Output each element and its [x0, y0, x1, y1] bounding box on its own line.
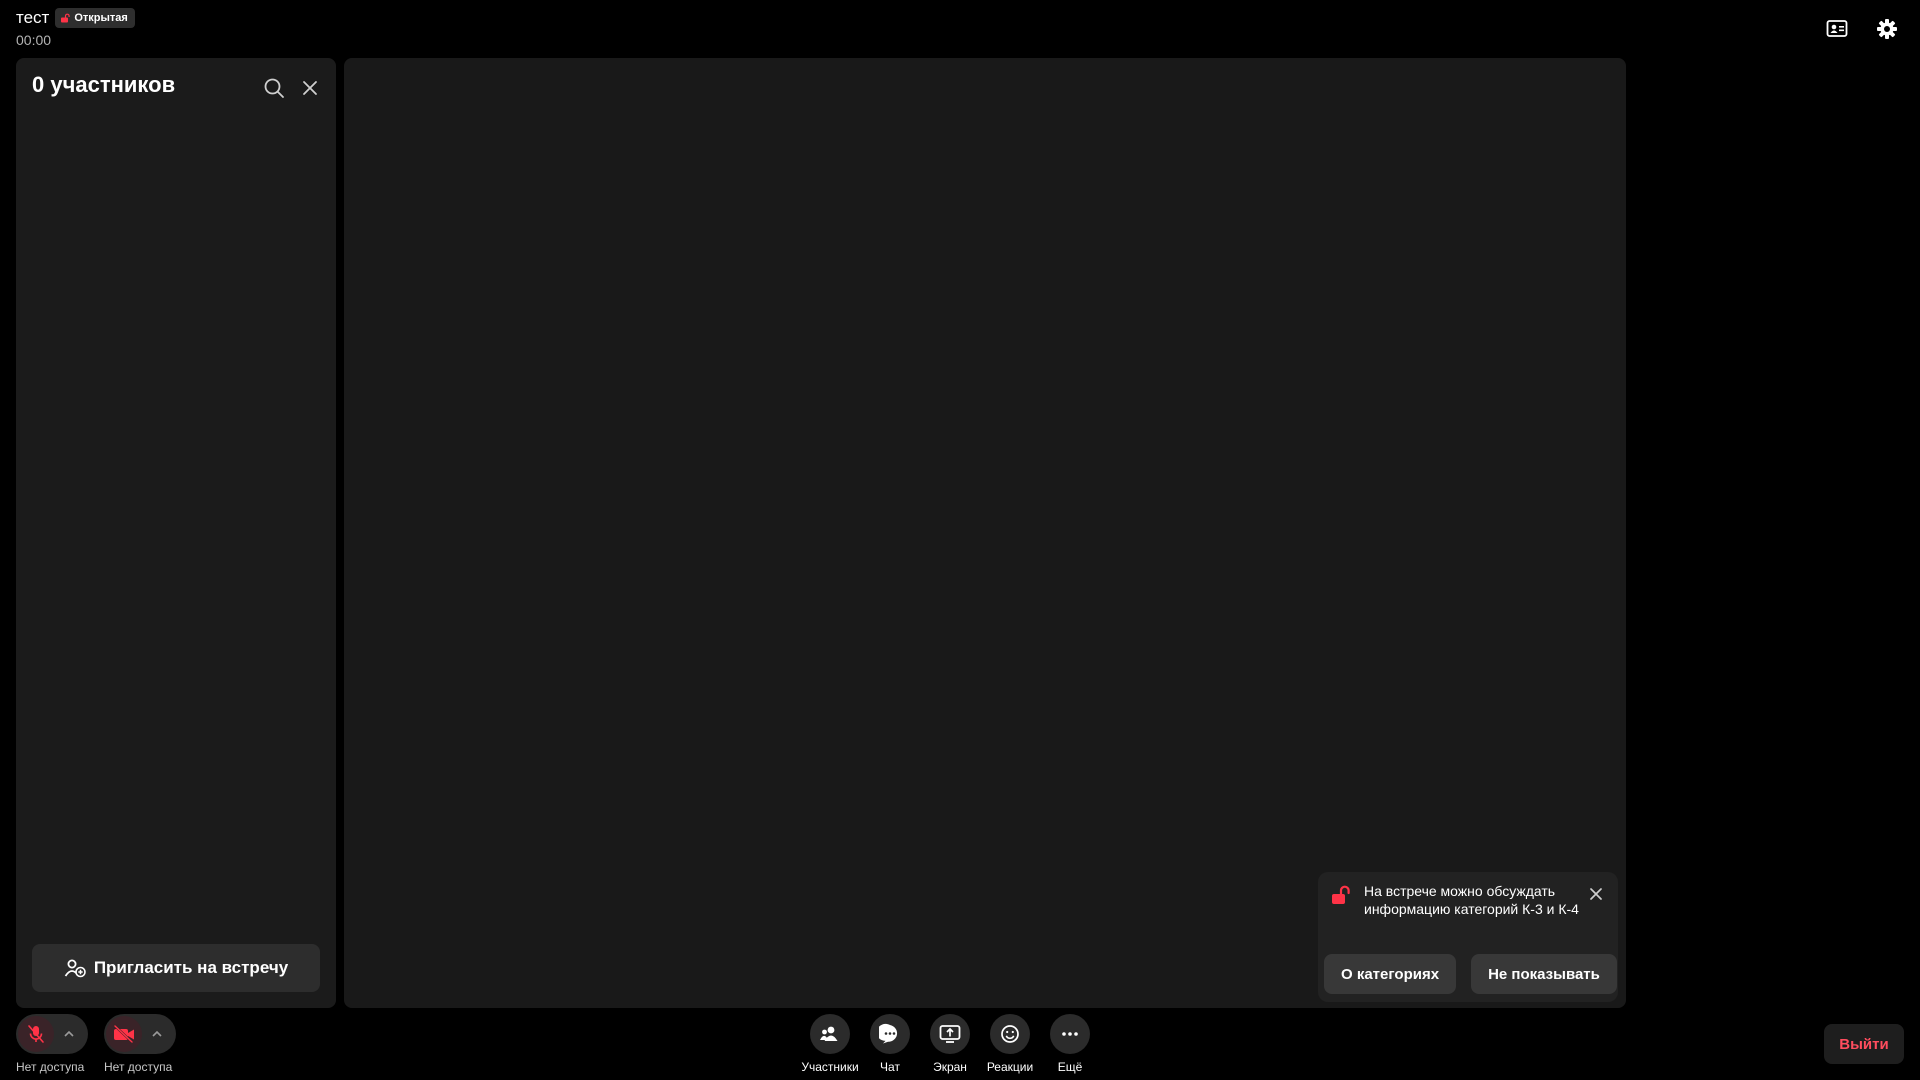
video-stage [344, 58, 1626, 1008]
camera-toggle[interactable] [104, 1014, 176, 1054]
access-badge-label: Открытая [74, 11, 128, 24]
screen-share-control[interactable]: Экран [930, 1014, 970, 1074]
smile-icon [1001, 1025, 1019, 1043]
lock-open-icon [61, 13, 71, 22]
meeting-title: тест [16, 8, 50, 27]
contact-card-button[interactable] [1824, 16, 1850, 42]
participants-control[interactable]: Участники [801, 1014, 859, 1074]
screen-share-button[interactable] [930, 1014, 970, 1054]
bottom-bar: Нет доступа Нет доступа Участники Чат Эк… [0, 1008, 1920, 1080]
microphone-options-button[interactable] [54, 1016, 84, 1052]
top-right-icons [1824, 16, 1900, 42]
gear-icon [1877, 19, 1897, 39]
leave-button[interactable]: Выйти [1824, 1024, 1904, 1064]
participants-control-label: Участники [801, 1060, 859, 1074]
top-bar: тест Открытая 00:00 [0, 0, 1920, 58]
mic-off-icon [28, 1025, 44, 1043]
close-panel-button[interactable] [298, 76, 322, 100]
lock-open-icon [1332, 885, 1350, 904]
screen-share-icon [939, 1025, 961, 1043]
dont-show-button[interactable]: Не показывать [1471, 954, 1617, 994]
security-notice-actions: О категориях Не показывать [1324, 954, 1617, 994]
microphone-toggle[interactable] [16, 1014, 88, 1054]
search-participants-button[interactable] [262, 76, 286, 100]
camera-options-button[interactable] [142, 1016, 172, 1052]
screen-share-control-label: Экран [933, 1060, 967, 1074]
contact-card-icon [1826, 20, 1848, 37]
search-icon [264, 78, 284, 98]
reactions-control-label: Реакции [986, 1060, 1034, 1074]
more-control-label: Ещё [1057, 1060, 1083, 1074]
chat-control[interactable]: Чат [870, 1014, 910, 1074]
meeting-timer: 00:00 [16, 32, 52, 48]
more-icon [1062, 1032, 1078, 1036]
participants-button[interactable] [810, 1014, 850, 1054]
chat-control-label: Чат [880, 1060, 900, 1074]
about-categories-button[interactable]: О категориях [1324, 954, 1457, 994]
participants-panel: 0 участников Пригласить на встречу [16, 58, 336, 1008]
settings-button[interactable] [1874, 16, 1900, 42]
chat-icon [879, 1023, 898, 1044]
reactions-control[interactable]: Реакции [986, 1014, 1034, 1074]
add-person-icon [64, 959, 86, 978]
camera-button[interactable] [106, 1016, 142, 1052]
meeting-controls: Участники Чат Экран Реакции Ещё [801, 1014, 1090, 1074]
microphone-control: Нет доступа [16, 1014, 88, 1074]
invite-button-label: Пригласить на встречу [93, 958, 289, 977]
microphone-button[interactable] [18, 1016, 54, 1052]
access-badge: Открытая [55, 8, 135, 28]
security-notice: На встрече можно обсуждать информацию ка… [1318, 872, 1618, 1002]
invite-button[interactable]: Пригласить на встречу [32, 944, 320, 992]
camera-status: Нет доступа [104, 1060, 173, 1074]
participants-count-title: 0 участников [32, 72, 176, 97]
camera-off-icon [114, 1025, 134, 1043]
camera-control: Нет доступа [104, 1014, 176, 1074]
chevron-up-icon [152, 1030, 162, 1037]
more-control[interactable]: Ещё [1050, 1014, 1090, 1074]
more-button[interactable] [1050, 1014, 1090, 1054]
close-icon [303, 81, 317, 95]
close-icon [1590, 888, 1602, 900]
security-notice-text: На встрече можно обсуждать информацию ка… [1364, 883, 1579, 917]
microphone-status: Нет доступа [16, 1060, 85, 1074]
reactions-button[interactable] [990, 1014, 1030, 1054]
meeting-title-row: тест Открытая [16, 8, 135, 28]
chevron-up-icon [64, 1030, 74, 1037]
participants-panel-actions [262, 76, 322, 100]
participants-icon [820, 1026, 838, 1041]
chat-button[interactable] [870, 1014, 910, 1054]
close-notice-button[interactable] [1584, 882, 1608, 906]
